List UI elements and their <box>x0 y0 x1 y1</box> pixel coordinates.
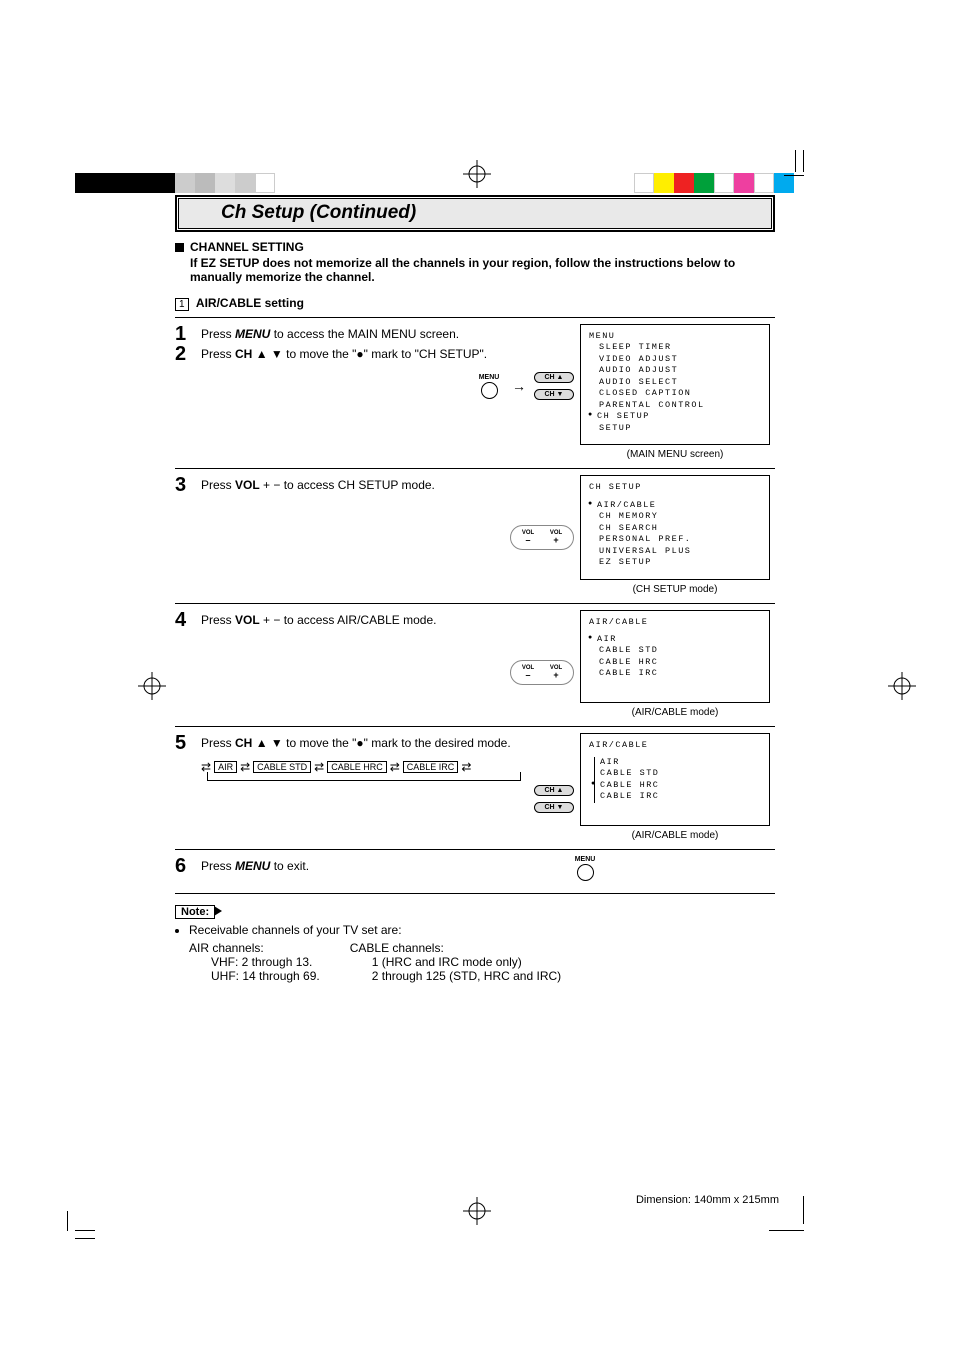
registration-mark-icon <box>463 160 491 188</box>
ch-up-button-icon: CH ▲ <box>534 785 574 796</box>
intro-heading: CHANNEL SETTING <box>190 240 304 254</box>
swap-icon: ⇄ <box>390 761 400 773</box>
registration-mark-icon <box>463 1197 491 1225</box>
step-row: 5 Press CH ▲ ▼ to move the "●" mark to t… <box>175 733 580 753</box>
chevron-right-icon <box>214 906 222 916</box>
note-lead: Receivable channels of your TV set are: <box>189 923 775 937</box>
arrow-right-icon: → <box>512 378 526 394</box>
osd-screen-aircable: AIR/CABLE AIR CABLE STD CABLE HRC CABLE … <box>580 733 770 826</box>
step-text: Press CH ▲ ▼ to move the "●" mark to the… <box>201 733 511 751</box>
step-row: 3 Press VOL + − to access CH SETUP mode. <box>175 475 580 495</box>
note-col-air: AIR channels: VHF: 2 through 13. UHF: 14… <box>189 941 320 983</box>
section-title: Ch Setup (Continued) <box>178 198 772 229</box>
step-text: Press VOL + − to access AIR/CABLE mode. <box>201 610 436 628</box>
page-content: Ch Setup (Continued) CHANNEL SETTING If … <box>175 195 775 983</box>
dimension-footer: Dimension: 140mm x 215mm <box>636 1194 779 1206</box>
step-number: 5 <box>175 733 201 753</box>
intro-block: CHANNEL SETTING If EZ SETUP does not mem… <box>175 240 775 284</box>
key-illustration: CH ▲ CH ▼ <box>175 785 580 813</box>
intro-subtext: If EZ SETUP does not memorize all the ch… <box>190 256 775 284</box>
swap-icon: ⇄ <box>201 761 211 773</box>
step-number: 2 <box>175 344 201 364</box>
step-text: Press CH ▲ ▼ to move the "●" mark to "CH… <box>201 344 487 362</box>
osd-screen-menu: MENU SLEEP TIMER VIDEO ADJUST AUDIO ADJU… <box>580 324 770 445</box>
step-group: 6 Press MENU to exit. MENU <box>175 849 775 894</box>
screen-caption: (AIR/CABLE mode) <box>580 830 770 841</box>
subsection-number: 1 <box>175 298 189 311</box>
ch-up-button-icon: CH ▲ <box>534 372 574 383</box>
key-illustration: VOL– VOL+ <box>175 660 580 685</box>
registration-mark-icon <box>138 672 166 700</box>
swap-icon: ⇄ <box>314 761 324 773</box>
ch-down-button-icon: CH ▼ <box>534 389 574 400</box>
square-bullet-icon <box>175 243 184 252</box>
subsection-label: AIR/CABLE setting <box>196 296 304 310</box>
step-number: 3 <box>175 475 201 495</box>
key-illustration: MENU → CH ▲ CH ▼ <box>175 372 580 400</box>
step-group: 4 Press VOL + − to access AIR/CABLE mode… <box>175 603 775 726</box>
note-label: Note: <box>175 905 215 919</box>
step-row: 2 Press CH ▲ ▼ to move the "●" mark to "… <box>175 344 580 364</box>
step-text: Press MENU to exit. <box>201 856 309 874</box>
vol-buttons-icon: VOL– VOL+ <box>510 525 574 550</box>
menu-button-icon: MENU <box>474 374 504 399</box>
screen-caption: (MAIN MENU screen) <box>580 449 770 460</box>
step-row: 1 Press MENU to access the MAIN MENU scr… <box>175 324 580 344</box>
step-group: 5 Press CH ▲ ▼ to move the "●" mark to t… <box>175 726 775 849</box>
screen-caption: (AIR/CABLE mode) <box>580 707 770 718</box>
step-text: Press MENU to access the MAIN MENU scree… <box>201 324 459 342</box>
key-illustration: VOL– VOL+ <box>175 525 580 550</box>
crop-mark-icon <box>75 1206 115 1231</box>
section-title-bar: Ch Setup (Continued) <box>175 195 775 232</box>
menu-button-icon: MENU <box>570 856 600 881</box>
ch-down-button-icon: CH ▼ <box>534 802 574 813</box>
screen-caption: (CH SETUP mode) <box>580 584 770 595</box>
cycle-line-icon <box>207 772 521 781</box>
mode-cycle-diagram: ⇄ AIR ⇄ CABLE STD ⇄ CABLE HRC ⇄ CABLE IR… <box>201 761 580 773</box>
registration-mark-icon <box>888 672 916 700</box>
osd-screen-chsetup: CH SETUP AIR/CABLE CH MEMORY CH SEARCH P… <box>580 475 770 579</box>
step-row: 4 Press VOL + − to access AIR/CABLE mode… <box>175 610 580 630</box>
steps-list: 1 Press MENU to access the MAIN MENU scr… <box>175 317 775 894</box>
step-number: 6 <box>175 856 201 876</box>
step-row: 6 Press MENU to exit. <box>175 856 580 876</box>
step-number: 4 <box>175 610 201 630</box>
crop-mark-icon <box>764 150 804 175</box>
step-group: 3 Press VOL + − to access CH SETUP mode.… <box>175 468 775 602</box>
color-bars-left <box>75 155 275 195</box>
swap-icon: ⇄ <box>240 761 250 773</box>
step-text: Press VOL + − to access CH SETUP mode. <box>201 475 435 493</box>
note-col-cable: CABLE channels: 1 (HRC and IRC mode only… <box>350 941 561 983</box>
subsection-header: 1 AIR/CABLE setting <box>175 296 775 311</box>
osd-screen-aircable: AIR/CABLE AIR CABLE STD CABLE HRC CABLE … <box>580 610 770 703</box>
vol-buttons-icon: VOL– VOL+ <box>510 660 574 685</box>
note-block: Note: Receivable channels of your TV set… <box>175 904 775 983</box>
step-group: 1 Press MENU to access the MAIN MENU scr… <box>175 317 775 468</box>
step-number: 1 <box>175 324 201 344</box>
swap-icon: ⇄ <box>461 761 471 773</box>
